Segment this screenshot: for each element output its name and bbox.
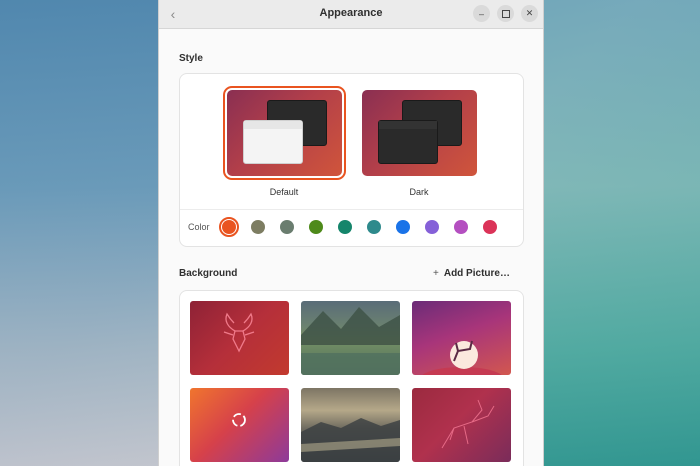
minimize-button[interactable]: – bbox=[473, 5, 490, 22]
ubuntu-logo-icon bbox=[232, 413, 246, 427]
style-option-label: Dark bbox=[409, 187, 429, 197]
preview-front-window bbox=[243, 120, 303, 164]
background-card bbox=[179, 290, 524, 466]
background-heading: Background bbox=[179, 268, 238, 279]
mountain-icon bbox=[301, 307, 400, 375]
style-card: Default Dark Color bbox=[179, 73, 524, 247]
wallpaper-moon-kudu[interactable] bbox=[412, 301, 511, 375]
plus-icon: + bbox=[433, 268, 439, 279]
color-swatch[interactable] bbox=[309, 220, 323, 234]
color-swatch[interactable] bbox=[454, 220, 468, 234]
color-swatch[interactable] bbox=[338, 220, 352, 234]
default-preview bbox=[223, 86, 346, 180]
color-swatch[interactable] bbox=[280, 220, 294, 234]
title-bar: ‹ Appearance – ✕ bbox=[159, 0, 543, 29]
color-swatch[interactable] bbox=[367, 220, 381, 234]
style-option-label: Default bbox=[269, 187, 299, 197]
color-swatch[interactable] bbox=[251, 220, 265, 234]
color-swatch[interactable] bbox=[425, 220, 439, 234]
minimize-icon: – bbox=[478, 8, 484, 19]
color-swatch[interactable] bbox=[222, 220, 236, 234]
kudu-line-icon bbox=[441, 399, 495, 449]
wallpaper-kudu-line[interactable] bbox=[412, 388, 511, 462]
appearance-window: ‹ Appearance – ✕ Style Default Dark Colo… bbox=[158, 0, 544, 466]
divider bbox=[180, 209, 523, 210]
desktop-wallpaper-left bbox=[0, 0, 158, 466]
close-icon: ✕ bbox=[525, 8, 534, 18]
kudu-head-icon bbox=[223, 312, 255, 353]
add-picture-button[interactable]: + Add Picture… bbox=[433, 268, 510, 279]
wallpaper-ubuntu-logo-gradient[interactable] bbox=[190, 388, 289, 462]
lake-icon bbox=[301, 418, 400, 462]
moon-kudu-icon bbox=[422, 340, 502, 375]
dark-preview bbox=[362, 90, 477, 176]
color-swatch[interactable] bbox=[396, 220, 410, 234]
color-swatch[interactable] bbox=[483, 220, 497, 234]
wallpaper-kudu-red[interactable] bbox=[190, 301, 289, 375]
desktop-wallpaper-right bbox=[542, 0, 700, 466]
wallpaper-mountain-lake[interactable] bbox=[301, 301, 400, 375]
color-label: Color bbox=[188, 222, 210, 232]
style-heading: Style bbox=[179, 53, 203, 64]
wallpaper-misty-lake[interactable] bbox=[301, 388, 400, 462]
close-button[interactable]: ✕ bbox=[521, 5, 538, 22]
maximize-icon bbox=[501, 9, 510, 18]
maximize-button[interactable] bbox=[497, 5, 514, 22]
add-picture-label: Add Picture… bbox=[443, 268, 510, 279]
preview-front-window bbox=[378, 120, 438, 164]
